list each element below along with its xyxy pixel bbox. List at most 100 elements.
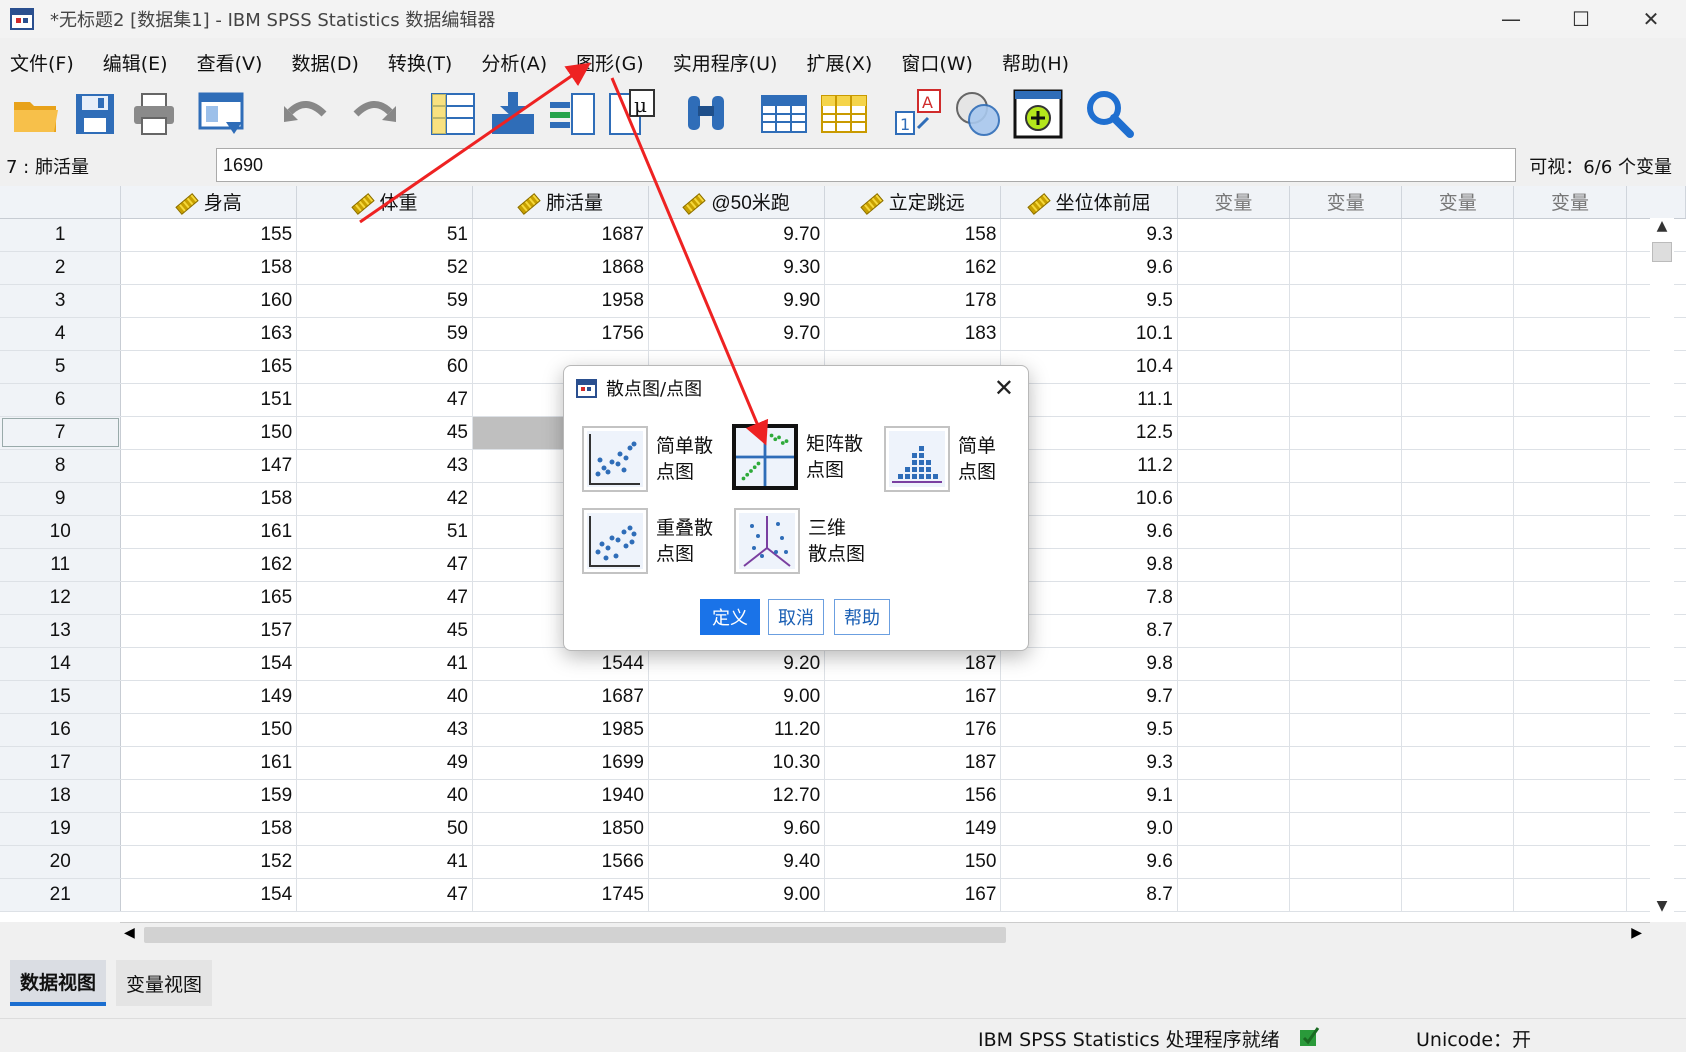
empty-cell[interactable] bbox=[1177, 581, 1290, 615]
empty-cell[interactable] bbox=[1401, 614, 1515, 648]
empty-cell[interactable] bbox=[1289, 647, 1403, 681]
scroll-right-icon[interactable]: ▶ bbox=[1631, 925, 1642, 941]
data-cell[interactable]: 165 bbox=[120, 350, 298, 384]
data-cell[interactable]: 40 bbox=[296, 779, 473, 813]
empty-cell[interactable] bbox=[1177, 284, 1290, 318]
empty-cell[interactable] bbox=[1401, 878, 1515, 912]
empty-column-header[interactable]: 变量 bbox=[1513, 186, 1627, 219]
data-cell[interactable]: 1958 bbox=[472, 284, 649, 318]
row-number[interactable]: 1 bbox=[0, 218, 122, 252]
dialog-close-icon[interactable]: ✕ bbox=[994, 374, 1014, 402]
empty-cell[interactable] bbox=[1177, 317, 1290, 351]
empty-cell[interactable] bbox=[1513, 251, 1627, 285]
empty-cell[interactable] bbox=[1289, 251, 1403, 285]
empty-cell[interactable] bbox=[1401, 383, 1515, 417]
insert-cases-icon[interactable] bbox=[758, 88, 810, 140]
empty-cell[interactable] bbox=[1401, 515, 1515, 549]
empty-cell[interactable] bbox=[1289, 350, 1403, 384]
column-header[interactable]: 立定跳远 bbox=[824, 186, 1002, 219]
empty-cell[interactable] bbox=[1401, 284, 1515, 318]
data-cell[interactable]: 9.3 bbox=[1000, 746, 1178, 780]
empty-column-header[interactable]: 变量 bbox=[1177, 186, 1290, 219]
data-cell[interactable]: 9.20 bbox=[648, 647, 826, 681]
menu-graphs[interactable]: 图形(G) bbox=[576, 49, 644, 76]
cancel-button[interactable]: 取消 bbox=[768, 599, 824, 635]
data-cell[interactable]: 47 bbox=[296, 548, 473, 582]
data-cell[interactable]: 187 bbox=[824, 647, 1002, 681]
empty-cell[interactable] bbox=[1289, 614, 1403, 648]
insert-variable-icon[interactable] bbox=[818, 88, 870, 140]
option-simple-dot[interactable]: 简单 点图 bbox=[884, 426, 1018, 492]
empty-cell[interactable] bbox=[1289, 218, 1403, 252]
option-matrix-scatter[interactable]: 矩阵散 点图 bbox=[732, 424, 866, 490]
data-cell[interactable]: 1699 bbox=[472, 746, 649, 780]
row-number[interactable]: 21 bbox=[0, 878, 122, 912]
data-cell[interactable]: 10.30 bbox=[648, 746, 826, 780]
horizontal-scrollbar[interactable]: ◀ ▶ bbox=[120, 922, 1650, 946]
data-cell[interactable]: 40 bbox=[296, 680, 473, 714]
empty-column-header[interactable]: 变量 bbox=[1289, 186, 1403, 219]
data-cell[interactable]: 151 bbox=[120, 383, 298, 417]
menu-extensions[interactable]: 扩展(X) bbox=[806, 49, 872, 76]
data-cell[interactable]: 1687 bbox=[472, 680, 649, 714]
empty-cell[interactable] bbox=[1401, 251, 1515, 285]
empty-cell[interactable] bbox=[1289, 878, 1403, 912]
data-cell[interactable]: 41 bbox=[296, 647, 473, 681]
data-cell[interactable]: 9.8 bbox=[1000, 647, 1178, 681]
scroll-up-icon[interactable]: ▲ bbox=[1650, 218, 1674, 240]
goto-case-icon[interactable] bbox=[428, 88, 480, 140]
data-cell[interactable]: 45 bbox=[296, 416, 473, 450]
row-number[interactable]: 9 bbox=[0, 482, 122, 516]
column-header[interactable]: 坐位体前屈 bbox=[1000, 186, 1178, 219]
scroll-down-icon[interactable]: ▼ bbox=[1650, 898, 1674, 920]
empty-cell[interactable] bbox=[1401, 482, 1515, 516]
data-cell[interactable]: 161 bbox=[120, 746, 298, 780]
data-cell[interactable]: 9.0 bbox=[1000, 812, 1178, 846]
empty-cell[interactable] bbox=[1401, 548, 1515, 582]
menu-data[interactable]: 数据(D) bbox=[291, 49, 358, 76]
empty-cell[interactable] bbox=[1289, 482, 1403, 516]
data-cell[interactable]: 47 bbox=[296, 581, 473, 615]
data-cell[interactable]: 9.40 bbox=[648, 845, 826, 879]
row-number[interactable]: 20 bbox=[0, 845, 122, 879]
data-cell[interactable]: 52 bbox=[296, 251, 473, 285]
empty-cell[interactable] bbox=[1513, 746, 1627, 780]
data-cell[interactable]: 165 bbox=[120, 581, 298, 615]
overlay-scatter-icon[interactable] bbox=[582, 508, 648, 574]
option-overlay-scatter[interactable]: 重叠散 点图 bbox=[582, 508, 716, 574]
data-cell[interactable]: 11.20 bbox=[648, 713, 826, 747]
data-cell[interactable]: 159 bbox=[120, 779, 298, 813]
search-icon[interactable] bbox=[1084, 88, 1136, 140]
empty-cell[interactable] bbox=[1401, 317, 1515, 351]
empty-cell[interactable] bbox=[1177, 548, 1290, 582]
data-cell[interactable]: 158 bbox=[120, 482, 298, 516]
row-number[interactable]: 10 bbox=[0, 515, 122, 549]
data-cell[interactable]: 183 bbox=[824, 317, 1002, 351]
open-folder-icon[interactable] bbox=[10, 88, 62, 140]
scroll-left-icon[interactable]: ◀ bbox=[124, 925, 135, 941]
empty-cell[interactable] bbox=[1513, 845, 1627, 879]
row-number[interactable]: 19 bbox=[0, 812, 122, 846]
tab-data-view[interactable]: 数据视图 bbox=[10, 960, 107, 1006]
empty-cell[interactable] bbox=[1289, 284, 1403, 318]
empty-cell[interactable] bbox=[1401, 779, 1515, 813]
empty-cell[interactable] bbox=[1289, 449, 1403, 483]
recall-dialog-icon[interactable] bbox=[196, 88, 248, 140]
row-number[interactable]: 5 bbox=[0, 350, 122, 384]
empty-cell[interactable] bbox=[1289, 416, 1403, 450]
data-cell[interactable]: 50 bbox=[296, 812, 473, 846]
simple-dot-label[interactable]: 简单 点图 bbox=[958, 433, 1018, 485]
help-button[interactable]: 帮助 bbox=[834, 599, 890, 635]
data-cell[interactable]: 154 bbox=[120, 878, 298, 912]
data-cell[interactable]: 1985 bbox=[472, 713, 649, 747]
empty-cell[interactable] bbox=[1401, 812, 1515, 846]
data-cell[interactable]: 149 bbox=[824, 812, 1002, 846]
empty-cell[interactable] bbox=[1401, 581, 1515, 615]
option-simple-scatter[interactable]: 简单散 点图 bbox=[582, 426, 716, 492]
overlay-scatter-label[interactable]: 重叠散 点图 bbox=[656, 515, 716, 567]
simple-scatter-label[interactable]: 简单散 点图 bbox=[656, 433, 716, 485]
3d-scatter-icon[interactable] bbox=[734, 508, 800, 574]
empty-cell[interactable] bbox=[1513, 680, 1627, 714]
empty-cell[interactable] bbox=[1177, 746, 1290, 780]
undo-icon[interactable] bbox=[280, 88, 332, 140]
